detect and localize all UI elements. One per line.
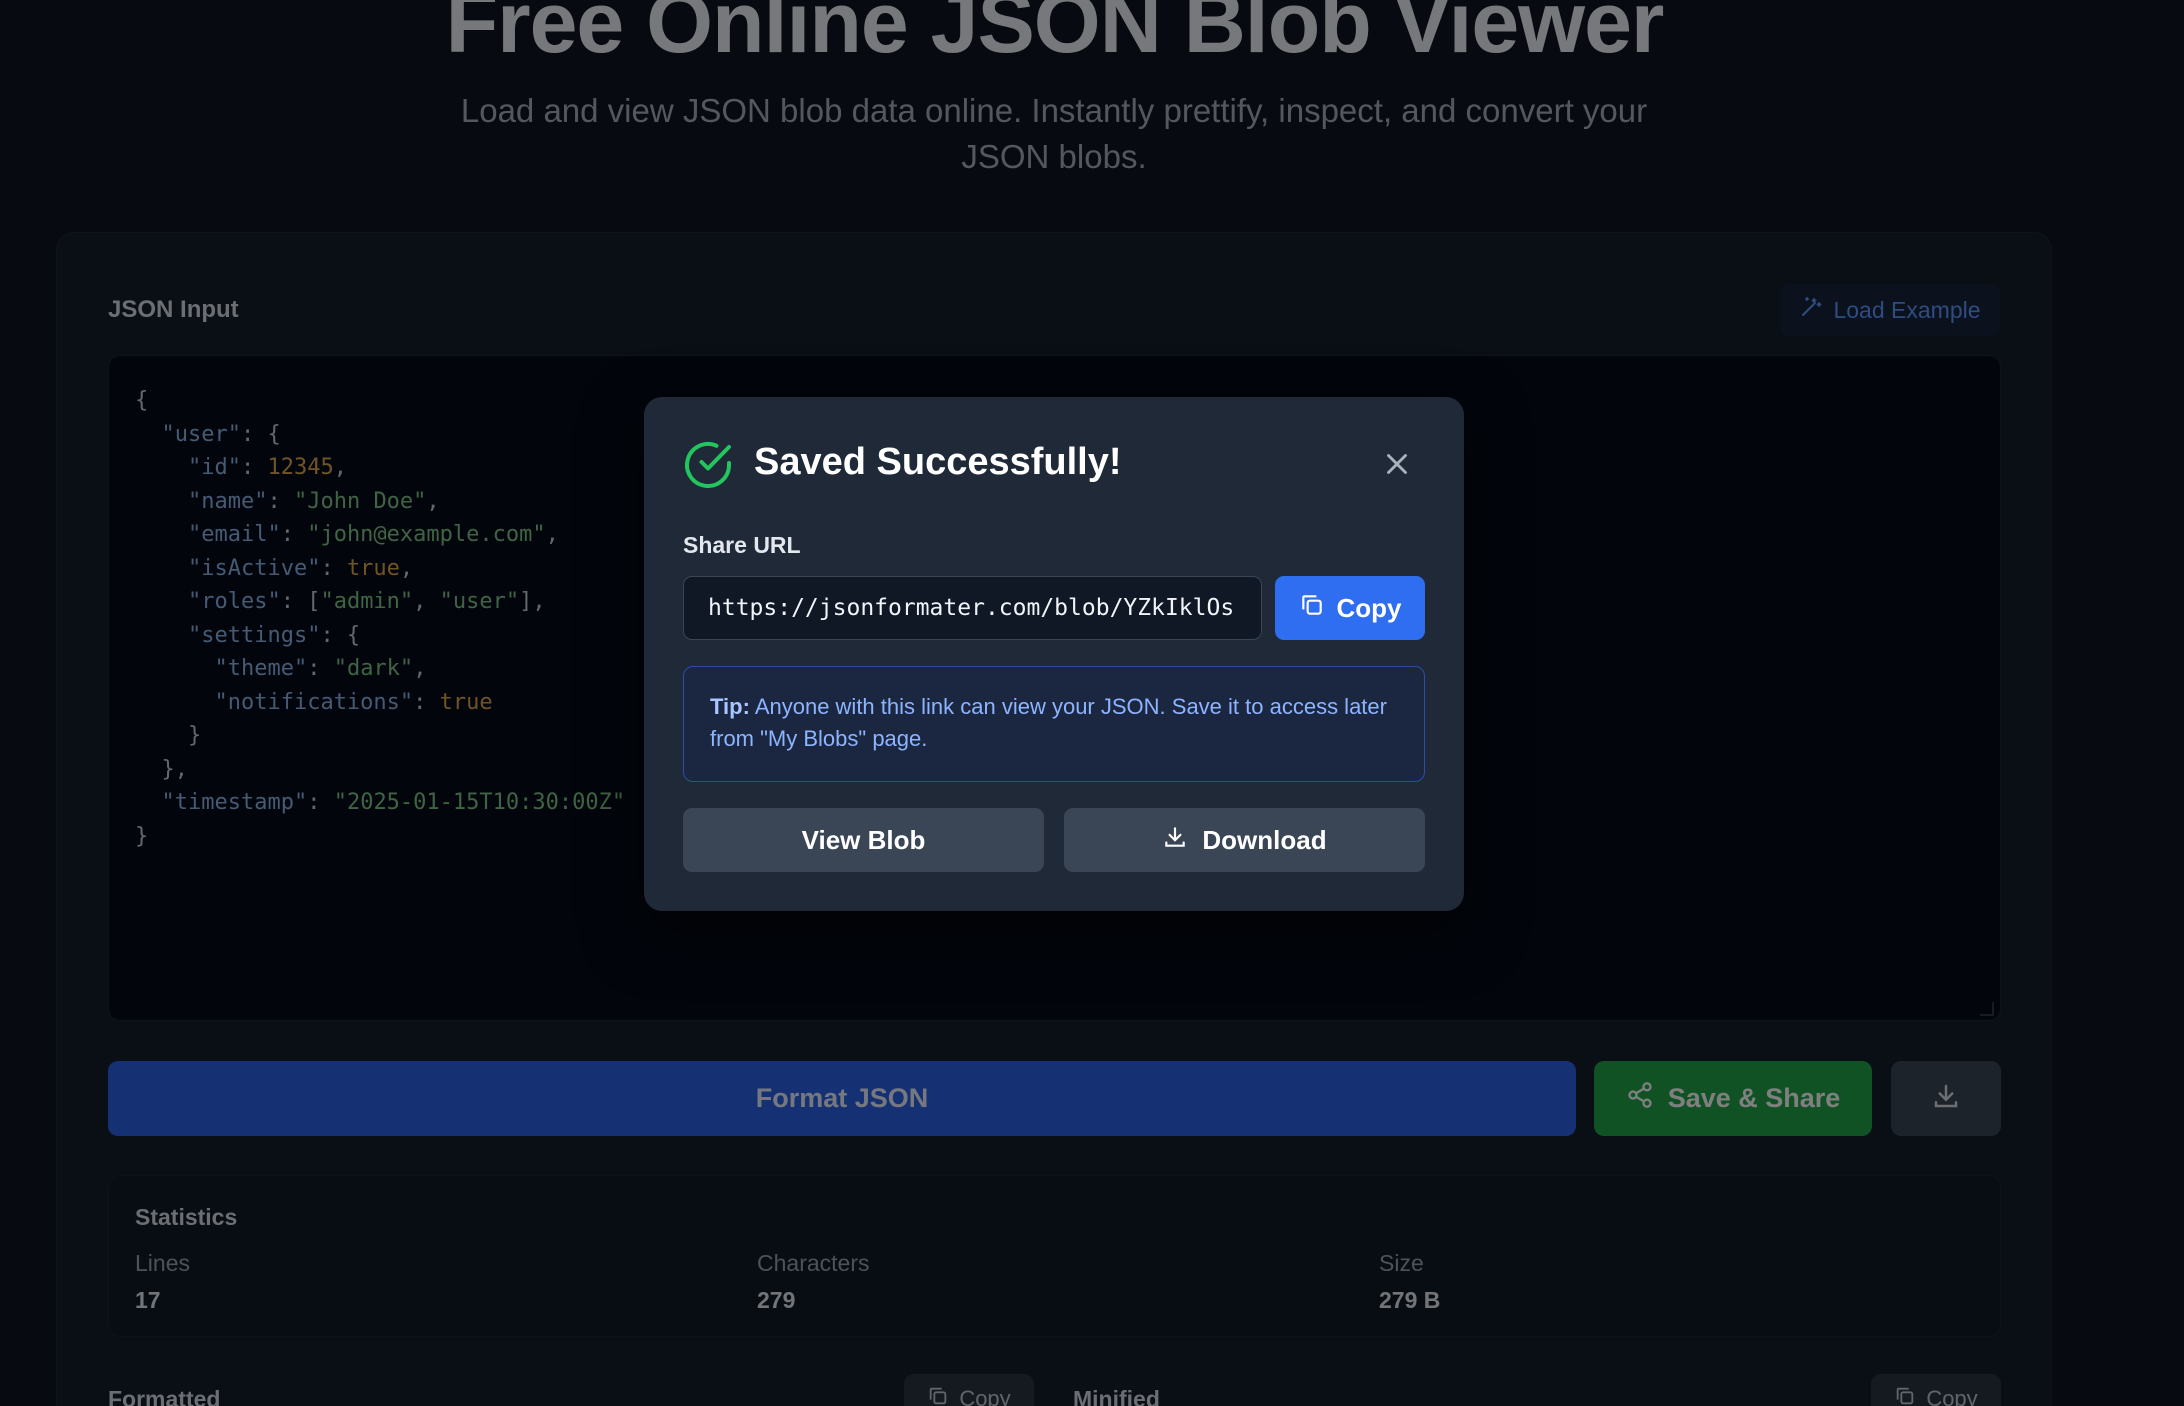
view-blob-label: View Blob: [801, 824, 926, 855]
save-success-dialog: Saved Successfully! Share URL Copy Tip: …: [644, 397, 1464, 911]
download-icon: [1162, 824, 1188, 857]
dialog-title: Saved Successfully!: [754, 441, 1122, 483]
tip-text: Anyone with this link can view your JSON…: [710, 694, 1387, 751]
share-url-label: Share URL: [683, 532, 801, 558]
tip-bold: Tip:: [710, 694, 750, 719]
view-blob-button[interactable]: View Blob: [683, 808, 1044, 872]
share-url-input[interactable]: [683, 576, 1262, 640]
close-icon[interactable]: [1380, 447, 1414, 481]
download-button[interactable]: Download: [1064, 808, 1425, 872]
tip-box: Tip: Anyone with this link can view your…: [683, 666, 1425, 782]
download-label: Download: [1202, 824, 1327, 855]
page: Free Online JSON Blob Viewer Load and vi…: [0, 0, 2184, 1406]
copy-url-button[interactable]: Copy: [1275, 576, 1425, 640]
copy-url-label: Copy: [1336, 592, 1402, 623]
check-circle-icon: [682, 439, 734, 491]
copy-icon: [1299, 592, 1325, 625]
